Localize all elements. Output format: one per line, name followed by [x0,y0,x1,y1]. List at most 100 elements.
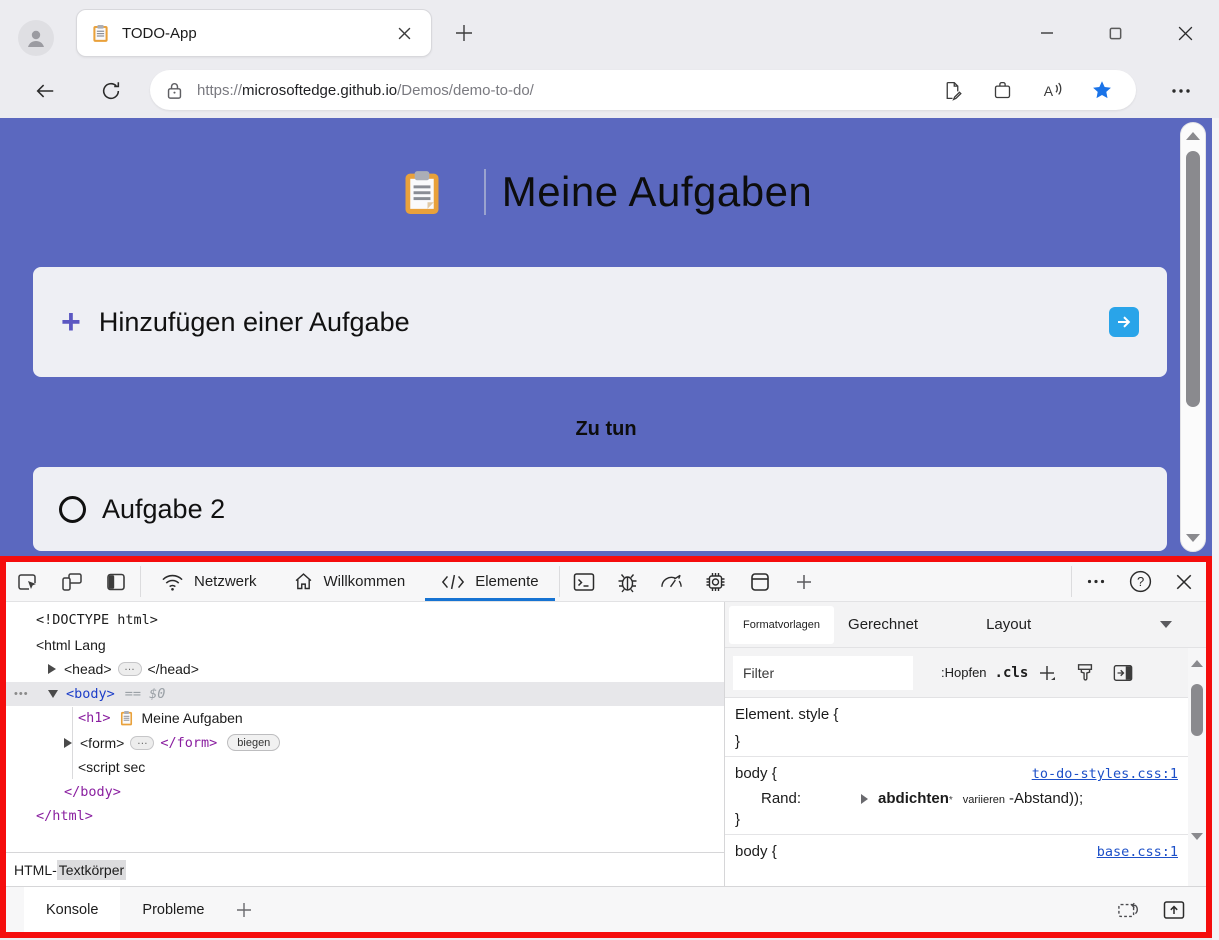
toolbar-divider [140,566,141,597]
scroll-up-icon[interactable] [1186,132,1200,140]
elements-tree-panel: <!DOCTYPE html> <html Lang <head> … </he… [6,602,725,886]
console-panel-icon[interactable] [562,562,606,601]
back-button[interactable] [28,74,62,108]
text-cursor [483,169,486,215]
browser-tab[interactable]: TODO-App [76,9,432,57]
tab-welcome[interactable]: Willkommen [275,562,424,601]
scroll-down-icon[interactable] [1186,534,1200,542]
styles-filter-input[interactable] [733,655,913,690]
debugger-icon[interactable] [606,562,650,601]
breadcrumb-html[interactable]: HTML- [14,862,57,878]
edit-page-icon[interactable] [938,76,966,104]
refresh-button[interactable] [94,74,128,108]
add-task-label: Hinzufügen einer Aufgabe [98,306,410,337]
dom-row-html-close[interactable]: </html> [6,804,724,829]
styles-tabbar: Formatvorlagen Gerechnet Layout [725,602,1206,648]
clipboard-emoji-icon [120,711,132,726]
tab-close-icon[interactable] [391,20,417,46]
memory-icon[interactable] [694,562,738,601]
device-emulation-icon[interactable] [50,562,94,601]
application-panel-icon[interactable] [738,562,782,601]
dom-row-html-open[interactable]: <html Lang [6,633,724,658]
wifi-icon [162,574,183,591]
window-minimize-button[interactable] [1032,18,1062,48]
devtools-toolbar: Netzwerk Willkommen Elemente ? [6,562,1206,602]
expand-arrow-icon[interactable] [861,793,869,804]
tab-styles[interactable]: Formatvorlagen [729,605,835,644]
task-checkbox[interactable] [59,495,86,523]
window-maximize-button[interactable] [1100,18,1130,48]
body-rule-todo-styles[interactable]: body { to-do-styles.css:1 Rand: abdichte… [725,756,1188,834]
scroll-down-icon[interactable] [1191,833,1203,840]
collapse-arrow-icon[interactable] [48,689,58,698]
chevron-down-icon[interactable] [1160,621,1172,628]
performance-icon[interactable] [650,562,694,601]
computed-sidebar-toggle-icon[interactable] [1104,655,1142,691]
dom-row-form[interactable]: <form> … </form> biegen [6,731,724,756]
flex-badge[interactable]: biegen [227,734,281,752]
styles-scrollbar[interactable] [1188,648,1206,886]
body-rule-base-css[interactable]: body { base.css:1 [725,834,1188,866]
drawer-expand-icon[interactable] [1162,899,1186,921]
favorite-star-icon[interactable] [1088,76,1116,104]
css-property-margin[interactable]: Rand: abdichten * variieren -Abstand)); [735,782,1178,811]
tab-computed[interactable]: Gerechnet [834,606,932,644]
collapsed-content-icon[interactable]: … [130,735,155,750]
new-style-rule-icon[interactable] [1028,655,1066,691]
plus-icon: + [61,303,81,341]
profile-avatar[interactable] [18,20,54,56]
tab-network[interactable]: Netzwerk [143,562,275,601]
help-icon[interactable]: ? [1118,562,1162,601]
lock-icon [167,82,182,99]
page-scrollbar[interactable] [1180,122,1206,552]
class-toggle[interactable]: .cls [995,665,1029,681]
stylesheet-link[interactable]: base.css:1 [1097,844,1178,860]
brush-icon[interactable] [1066,655,1104,691]
inspect-element-icon[interactable] [6,562,50,601]
dom-row-script[interactable]: <script sec [6,755,724,780]
collections-icon[interactable] [988,76,1016,104]
tab-elements[interactable]: Elemente [423,562,556,601]
breadcrumb-body[interactable]: Textkörper [56,859,127,880]
add-task-field[interactable]: + Hinzufügen einer Aufgabe [33,267,1167,377]
tab-welcome-label: Willkommen [323,573,406,590]
more-tools-plus-icon[interactable] [782,562,826,601]
expand-arrow-icon[interactable] [48,664,56,675]
browser-menu-icon[interactable] [1164,76,1198,106]
url-text: https://microsoftedge.github.io/Demos/de… [197,81,534,99]
drawer-restore-icon[interactable] [1116,899,1142,921]
window-close-button[interactable] [1170,18,1200,48]
person-icon [28,30,44,47]
url-field[interactable]: https://microsoftedge.github.io/Demos/de… [150,70,1136,110]
scrollbar-thumb[interactable] [1186,151,1200,407]
submit-task-button[interactable] [1109,307,1139,337]
collapsed-content-icon[interactable]: … [117,662,142,677]
dom-row-h1[interactable]: <h1> Meine Aufgaben [6,706,724,731]
todo-section-label: Zu tun [575,418,637,440]
dom-row-head[interactable]: <head> … </head> [6,657,724,682]
drawer-tab-problems[interactable]: Probleme [120,887,226,932]
scroll-up-icon[interactable] [1191,660,1203,667]
dom-row-body-selected[interactable]: ••• <body> == $0 [6,681,724,706]
scrollbar-thumb[interactable] [1191,684,1203,736]
activity-bar-icon[interactable] [94,562,138,601]
expand-arrow-icon[interactable] [64,737,72,748]
dom-row-doctype[interactable]: <!DOCTYPE html> [6,608,724,633]
element-style-rule[interactable]: Element. style { } [725,698,1188,756]
svg-text:?: ? [1136,574,1143,589]
stylesheet-link[interactable]: to-do-styles.css:1 [1032,766,1178,782]
read-aloud-icon[interactable]: A [1038,76,1066,104]
node-menu-dots[interactable]: ••• [14,688,29,700]
pseudo-state-toggle[interactable]: :Hopfen [941,665,987,680]
clipboard-icon [405,171,439,214]
tab-network-label: Netzwerk [194,573,257,590]
devtools-close-icon[interactable] [1162,562,1206,601]
new-tab-button[interactable] [448,17,480,49]
task-item[interactable]: Aufgabe 2 [33,467,1167,551]
styles-filter-row: :Hopfen .cls [725,648,1206,698]
dom-row-body-close[interactable]: </body> [6,780,724,805]
drawer-more-tabs-icon[interactable] [226,887,262,932]
tab-layout[interactable]: Layout [972,606,1045,644]
devtools-menu-icon[interactable] [1074,562,1118,601]
drawer-tab-console[interactable]: Konsole [24,887,121,932]
